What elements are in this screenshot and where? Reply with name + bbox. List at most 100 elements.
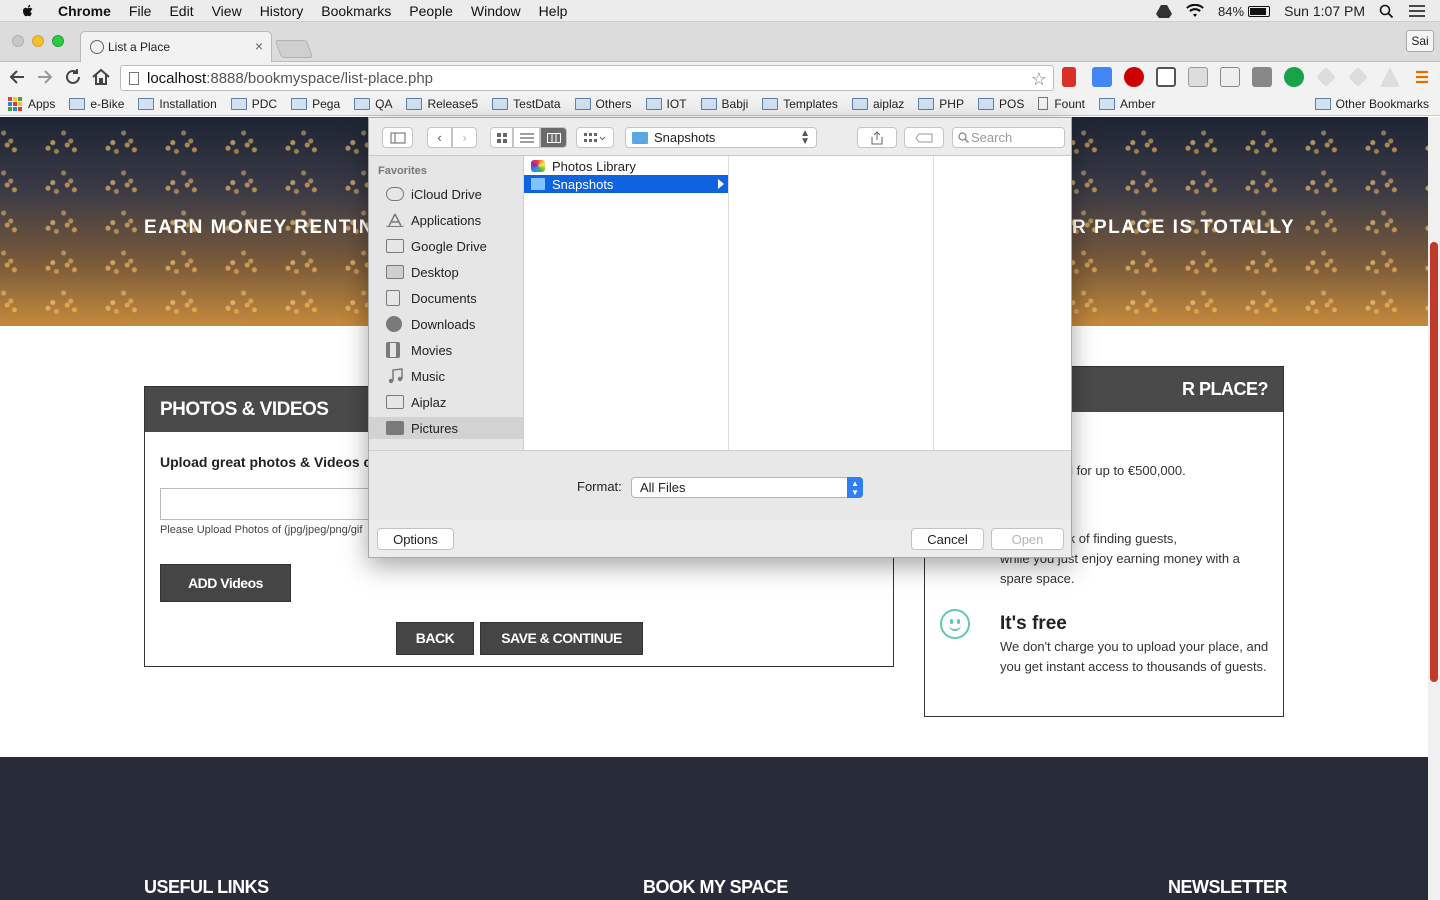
column-view-button[interactable] (540, 127, 567, 148)
icon-view-button[interactable] (490, 127, 513, 148)
new-tab-button[interactable] (274, 40, 314, 58)
extension-grammarly-icon[interactable] (1284, 67, 1304, 87)
tags-button[interactable] (904, 127, 944, 148)
extension-bookmark-red-icon[interactable] (1062, 67, 1076, 87)
chrome-menu-icon[interactable] (1412, 67, 1432, 87)
forward-arrow-icon[interactable] (34, 66, 56, 88)
bookmark-label: TestData (513, 96, 561, 111)
menu-help[interactable]: Help (539, 3, 568, 19)
applications-icon (386, 213, 404, 227)
menu-view[interactable]: View (212, 3, 242, 19)
menu-bookmarks[interactable]: Bookmarks (321, 3, 391, 19)
desktop-icon (386, 265, 404, 279)
bookmark-folder-installation[interactable]: Installation (138, 97, 217, 111)
bookmark-folder-ebike[interactable]: e-Bike (69, 97, 124, 111)
profile-button[interactable]: Sai (1406, 30, 1434, 52)
menu-history[interactable]: History (260, 3, 304, 19)
extension-triangle-icon[interactable] (1380, 67, 1400, 87)
dialog-back-button[interactable]: ‹ (427, 127, 452, 148)
bookmark-folder-others[interactable]: Others (574, 97, 632, 111)
extension-adblock-icon[interactable] (1124, 67, 1144, 87)
browser-tab-active[interactable]: List a Place × (80, 31, 272, 62)
bookmark-apps[interactable]: Apps (0, 96, 55, 111)
other-bookmarks[interactable]: Other Bookmarks (1314, 97, 1429, 111)
app-menu-chrome[interactable]: Chrome (58, 3, 111, 19)
arrange-menu-button[interactable] (576, 127, 614, 148)
apple-menu-icon[interactable] (20, 3, 36, 19)
back-button[interactable]: BACK (396, 622, 474, 655)
location-popup[interactable]: Snapshots ▲ ▼ (625, 127, 817, 148)
add-videos-button[interactable]: ADD Videos (160, 564, 291, 602)
sidebar-item-music[interactable]: Music (369, 365, 523, 387)
sidebar-item-desktop[interactable]: Desktop (369, 261, 523, 283)
bookmark-folder-pos[interactable]: POS (977, 97, 1024, 111)
bookmark-folder-pega[interactable]: Pega (291, 97, 340, 111)
bookmark-folder-pdc[interactable]: PDC (230, 97, 277, 111)
bookmark-folder-testdata[interactable]: TestData (492, 96, 561, 111)
bookmark-page-fount[interactable]: Fount (1038, 97, 1085, 111)
spotlight-search-icon[interactable] (1379, 4, 1394, 19)
scrollbar-thumb[interactable] (1430, 242, 1438, 682)
wifi-icon[interactable] (1186, 4, 1204, 18)
bookmark-folder-amber[interactable]: Amber (1099, 97, 1155, 111)
bookmark-label: Babji (721, 96, 749, 111)
save-continue-button[interactable]: SAVE & CONTINUE (480, 622, 643, 655)
sidebar-item-google-drive[interactable]: Google Drive (369, 235, 523, 257)
options-button[interactable]: Options (377, 528, 454, 550)
page-scrollbar[interactable] (1428, 117, 1440, 900)
cancel-button[interactable]: Cancel (911, 528, 984, 550)
address-bar[interactable]: localhost:8888/bookmyspace/list-place.ph… (120, 65, 1054, 91)
bookmark-folder-babji[interactable]: Babji (700, 96, 749, 111)
list-view-button[interactable] (513, 127, 540, 148)
file-item-photos-library[interactable]: Photos Library (524, 157, 728, 175)
bookmark-folder-templates[interactable]: Templates (762, 97, 838, 111)
bookmark-star-icon[interactable]: ☆ (1031, 69, 1047, 90)
sidebar-item-documents[interactable]: Documents (369, 287, 523, 309)
drive-sync-icon[interactable] (1156, 4, 1173, 18)
menu-people[interactable]: People (409, 3, 453, 19)
sidebar-item-downloads[interactable]: Downloads (369, 313, 523, 335)
bookmark-folder-aiplaz[interactable]: aiplaz (851, 96, 905, 111)
bookmark-label: aiplaz (872, 96, 905, 111)
sidebar-item-pictures[interactable]: Pictures (369, 417, 523, 439)
extension-chat-icon[interactable] (1188, 67, 1208, 87)
notification-center-icon[interactable] (1408, 4, 1426, 18)
extension-bus-icon[interactable] (1156, 67, 1176, 87)
extension-eyedropper-icon[interactable] (1220, 67, 1240, 87)
sidebar-item-movies[interactable]: Movies (369, 339, 523, 361)
battery-icon (1248, 5, 1271, 17)
home-icon[interactable] (90, 66, 112, 88)
dialog-forward-button[interactable]: › (452, 127, 477, 148)
extension-translate-icon[interactable] (1092, 67, 1112, 87)
extension-diamond-icon-2[interactable] (1348, 67, 1368, 87)
sidebar-item-applications[interactable]: Applications (369, 209, 523, 231)
format-select[interactable]: All Files ▲ ▼ (631, 477, 863, 498)
extension-gray-icon[interactable] (1252, 67, 1272, 87)
back-arrow-icon[interactable] (6, 66, 28, 88)
tab-close-icon[interactable]: × (255, 38, 263, 54)
dialog-search-field[interactable]: Search (952, 127, 1065, 148)
hero-text-right: R PLACE IS TOTALLY (1072, 217, 1296, 238)
bookmark-folder-release5[interactable]: Release5 (406, 97, 478, 111)
share-button[interactable] (857, 127, 897, 148)
page-info-icon[interactable] (129, 72, 139, 85)
menu-edit[interactable]: Edit (169, 3, 193, 19)
battery-status[interactable]: 84% (1218, 4, 1271, 19)
reload-icon[interactable] (62, 66, 84, 88)
sidebar-toggle-button[interactable] (382, 127, 413, 148)
bookmark-folder-qa[interactable]: QA (354, 97, 392, 111)
sidebar-item-aiplaz[interactable]: Aiplaz (369, 391, 523, 413)
menubar-clock[interactable]: Sun 1:07 PM (1284, 3, 1365, 19)
menu-file[interactable]: File (129, 3, 152, 19)
bookmark-folder-php[interactable]: PHP (918, 97, 964, 111)
sidebar-item-icloud-drive[interactable]: iCloud Drive (369, 183, 523, 205)
sidebar-item-label: Music (411, 368, 445, 384)
extension-diamond-icon-1[interactable] (1316, 67, 1336, 87)
file-item-snapshots[interactable]: Snapshots (524, 175, 728, 193)
open-button[interactable]: Open (991, 528, 1064, 550)
window-close-button[interactable] (12, 35, 24, 47)
window-zoom-button[interactable] (52, 35, 64, 47)
bookmark-folder-iot[interactable]: IOT (645, 97, 687, 111)
window-minimize-button[interactable] (32, 35, 44, 47)
menu-window[interactable]: Window (471, 3, 521, 19)
